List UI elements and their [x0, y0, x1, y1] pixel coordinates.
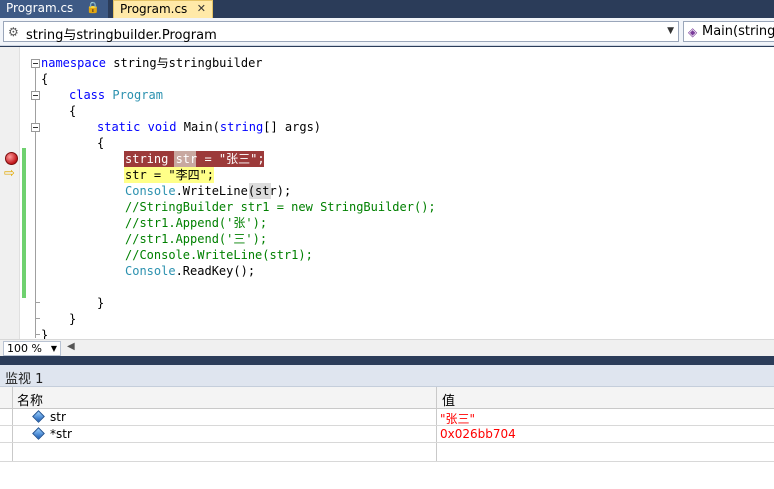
code-line-17: }: [41, 328, 49, 339]
method-icon: ◈: [688, 25, 698, 39]
outline-end: [35, 318, 40, 319]
chevron-down-icon[interactable]: ▼: [51, 342, 57, 355]
code-line-12: //str1.Append('三');: [125, 232, 268, 246]
variable-icon: [32, 410, 45, 423]
class-icon: ⚙: [8, 25, 19, 39]
code-line-11: //str1.Append('张');: [125, 216, 268, 230]
code-line-16: }: [69, 312, 77, 326]
editor-status-bar: 100 % ▼ ◀: [0, 339, 774, 356]
code-line-9: Console.WriteLine(str);: [125, 184, 292, 198]
watch-panel[interactable]: 名称 值 str "张三" *str 0x026bb704: [0, 387, 774, 489]
outline-line: [35, 68, 36, 338]
breakpoint-icon[interactable]: [5, 152, 18, 165]
code-line-1: namespace string与stringbuilder: [41, 56, 263, 70]
watch-panel-title-bar: 监视 1: [0, 365, 774, 387]
zoom-value: 100 %: [7, 342, 42, 355]
code-line-14: Console.ReadKey();: [125, 264, 256, 278]
type-dropdown-value: string与stringbuilder.Program: [26, 28, 217, 43]
watch-panel-title: 监视 1: [5, 372, 44, 387]
outline-end: [35, 334, 40, 335]
watch-name: str: [50, 410, 66, 424]
variable-icon: [32, 427, 45, 440]
tab-label: Program.cs: [6, 1, 74, 15]
member-dropdown[interactable]: ◈ Main(string[]: [683, 21, 774, 42]
watch-header: 名称 值: [0, 387, 774, 409]
code-line-6: {: [97, 136, 105, 150]
current-statement-arrow-icon: ⇨: [4, 166, 15, 181]
type-dropdown[interactable]: ⚙ string与stringbuilder.Program ▼: [3, 21, 679, 43]
code-line-10: //StringBuilder str1 = new StringBuilder…: [125, 200, 436, 214]
collapse-class-icon[interactable]: [31, 91, 40, 100]
watch-value: "张三": [440, 412, 476, 426]
column-header-value[interactable]: 值: [442, 390, 455, 409]
column-header-name[interactable]: 名称: [17, 390, 43, 409]
watch-row[interactable]: *str 0x026bb704: [0, 426, 774, 443]
code-line-8: str = "李四";: [125, 168, 215, 182]
panel-splitter[interactable]: [0, 356, 774, 365]
code-line-5: static void Main(string[] args): [97, 120, 322, 134]
chevron-down-icon[interactable]: ▼: [667, 26, 674, 36]
code-line-4: {: [69, 104, 77, 118]
lock-icon: 🔒: [86, 1, 100, 14]
collapse-method-icon[interactable]: [31, 123, 40, 132]
watch-name: *str: [50, 427, 72, 441]
code-editor[interactable]: ⇨ namespace string与stringbuilder { class…: [0, 47, 774, 339]
navigation-bar: ⚙ string与stringbuilder.Program ▼ ◈ Main(…: [0, 18, 774, 46]
watch-row[interactable]: str "张三": [0, 409, 774, 426]
code-line-7: string str = "张三";: [125, 152, 265, 166]
tab-program-cs-inactive[interactable]: Program.cs 🔒: [0, 0, 108, 18]
scroll-left-arrow-icon[interactable]: ◀: [67, 341, 75, 352]
code-line-3: class Program: [69, 88, 163, 102]
outline-end: [35, 302, 40, 303]
collapse-namespace-icon[interactable]: [31, 59, 40, 68]
indicator-margin[interactable]: [0, 47, 20, 339]
tab-program-cs-active[interactable]: Program.cs ✕: [113, 0, 213, 18]
code-line-2: {: [41, 72, 49, 86]
tab-bar: Program.cs 🔒 Program.cs ✕: [0, 0, 774, 18]
zoom-dropdown[interactable]: 100 % ▼: [3, 341, 61, 356]
code-line-15: }: [97, 296, 105, 310]
tab-label: Program.cs: [120, 2, 188, 16]
member-dropdown-value: Main(string[]: [702, 24, 774, 39]
code-line-13: //Console.WriteLine(str1);: [125, 248, 313, 262]
watch-row-empty[interactable]: [0, 443, 774, 462]
change-tracking-bar: [22, 148, 26, 298]
close-icon[interactable]: ✕: [197, 1, 206, 17]
watch-value: 0x026bb704: [440, 427, 516, 441]
